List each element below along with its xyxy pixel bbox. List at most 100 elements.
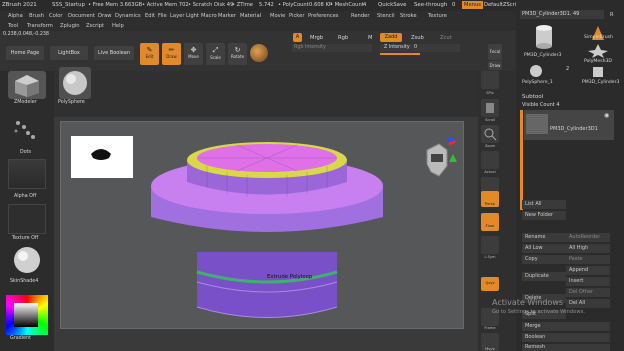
subtool-header[interactable]: Subtool xyxy=(522,94,543,100)
watermark-subtitle: Go to Settings to activate Windows. xyxy=(492,309,585,315)
menu-tool[interactable]: Tool xyxy=(8,23,18,29)
autoreorder-button[interactable]: AutoReorder xyxy=(566,233,610,242)
lsym-button[interactable] xyxy=(481,236,499,254)
menu-light[interactable]: Light xyxy=(186,13,199,19)
subtool-scrollbar[interactable] xyxy=(520,110,523,210)
move-button[interactable]: ✥ Move xyxy=(184,43,203,65)
menu-color[interactable]: Color xyxy=(49,13,63,19)
merge-button[interactable]: Merge xyxy=(522,322,610,331)
menu-help[interactable]: Help xyxy=(112,23,124,29)
rename-button[interactable]: Rename xyxy=(522,233,566,242)
main-menu-bar: Alpha Brush Color Document Draw Dynamics Edit F… xyxy=(0,11,516,21)
current-tool-slider[interactable]: PM3D_Cylinder3D1. 49 xyxy=(520,10,604,19)
boolean-button[interactable]: Boolean xyxy=(522,333,610,342)
m-toggle[interactable]: M xyxy=(368,35,372,41)
material-sphere-icon[interactable] xyxy=(250,44,268,62)
tool-thumb-cylinder[interactable] xyxy=(530,22,558,52)
color-square[interactable] xyxy=(14,303,38,327)
duplicate-label: Duplicate xyxy=(525,273,549,279)
alpha-off-button[interactable] xyxy=(8,159,46,189)
menu-brush[interactable]: Brush xyxy=(29,13,44,19)
document-canvas[interactable]: Extrude Polyloop xyxy=(60,121,464,329)
menu-layer[interactable]: Layer xyxy=(170,13,184,19)
draw-button[interactable]: ✏ Draw xyxy=(162,43,181,65)
menu-stencil[interactable]: Stencil xyxy=(377,13,395,19)
menu-render[interactable]: Render xyxy=(351,13,369,19)
focal-button[interactable]: Focal xyxy=(488,44,502,60)
texture-off-button[interactable] xyxy=(8,204,46,234)
move-icon: ✥ xyxy=(190,46,197,54)
quicksave-button[interactable]: QuickSave xyxy=(378,2,406,8)
duplicate-button[interactable]: Duplicate xyxy=(522,272,566,281)
menu-material[interactable]: Material xyxy=(240,13,261,19)
all-high-button[interactable]: All High xyxy=(566,244,610,253)
menu-transform[interactable]: Transform xyxy=(27,23,53,29)
see-through-slider[interactable]: See-through xyxy=(414,2,447,8)
color-picker[interactable] xyxy=(6,295,48,335)
home-page-button[interactable]: Home Page xyxy=(6,46,44,60)
remesh-button[interactable]: Remesh xyxy=(522,344,610,351)
free-mem: • Free Mem 3.663GB xyxy=(88,2,143,8)
menu-marker[interactable]: Marker xyxy=(218,13,236,19)
menu-document[interactable]: Document xyxy=(68,13,95,19)
mrgb-toggle[interactable]: Mrgb xyxy=(310,35,323,41)
menu-alpha[interactable]: Alpha xyxy=(8,13,23,19)
menu-dynamics[interactable]: Dynamics xyxy=(115,13,141,19)
rgb-intensity-slider[interactable]: Rgb Intensity xyxy=(292,44,372,52)
insert-button[interactable]: Insert xyxy=(566,277,610,286)
a-toggle[interactable]: A xyxy=(293,33,302,42)
polycount-value: 0.608 KP xyxy=(309,2,333,8)
spix-button[interactable] xyxy=(481,71,499,89)
rotate-button[interactable]: ↻ Rotate xyxy=(228,43,247,65)
menu-zplugin[interactable]: Zplugin xyxy=(60,23,80,29)
del-all-button[interactable]: Del All xyxy=(566,299,610,308)
zoom-button[interactable] xyxy=(481,125,499,143)
append-button[interactable]: Append xyxy=(566,266,610,275)
zcut-toggle[interactable]: Zcut xyxy=(440,35,452,41)
del-other-button[interactable]: Del Other xyxy=(566,288,610,297)
floor-button[interactable] xyxy=(481,213,499,231)
r-button[interactable]: R xyxy=(610,12,613,18)
stroke-dots-button[interactable] xyxy=(8,115,46,147)
polysphere-thumbnail[interactable] xyxy=(59,67,91,99)
menu-stroke[interactable]: Stroke xyxy=(400,13,417,19)
zadd-toggle[interactable]: Zadd xyxy=(380,33,402,42)
zsub-toggle[interactable]: Zsub xyxy=(411,35,424,41)
live-boolean-label: Live Boolean xyxy=(97,50,131,56)
menu-picker[interactable]: Picker xyxy=(289,13,304,19)
tool-thumb-polysphere[interactable] xyxy=(524,64,548,78)
3d-model-view[interactable] xyxy=(147,122,387,330)
scroll-button[interactable] xyxy=(481,99,499,117)
subtool-item[interactable]: PM3D_Cylinder3D1 ◉ xyxy=(524,110,614,140)
actual-button[interactable] xyxy=(481,151,499,169)
menu-texture[interactable]: Texture xyxy=(428,13,447,19)
menu-preferences[interactable]: Preferences xyxy=(308,13,339,19)
menu-macro[interactable]: Macro xyxy=(201,13,217,19)
draw-size-button[interactable]: Draw xyxy=(488,61,502,70)
new-folder-button[interactable]: New Folder xyxy=(522,211,566,220)
menus-button[interactable]: Menus xyxy=(462,1,483,9)
tool-thumb-cylinder2[interactable] xyxy=(584,64,612,80)
list-all-button[interactable]: List All xyxy=(522,200,566,209)
edit-button[interactable]: ✎ Edit xyxy=(140,43,159,65)
orientation-gizmo[interactable] xyxy=(413,136,463,186)
all-low-label: All Low xyxy=(525,245,543,251)
lightbox-button[interactable]: LightBox xyxy=(50,46,88,60)
material-button[interactable] xyxy=(8,245,46,275)
zmodeler-brush-button[interactable] xyxy=(8,71,46,99)
copy-button[interactable]: Copy xyxy=(522,255,566,264)
menu-movie[interactable]: Movie xyxy=(270,13,285,19)
active-mem: • Active Mem 702 xyxy=(142,2,189,8)
menu-zscript[interactable]: Zscript xyxy=(86,23,104,29)
paste-button[interactable]: Paste xyxy=(566,255,610,264)
menu-edit[interactable]: Edit xyxy=(145,13,155,19)
live-boolean-button[interactable]: Live Boolean xyxy=(94,46,134,60)
scale-button[interactable]: ⤢ Scale xyxy=(206,43,225,65)
menu-file[interactable]: File xyxy=(158,13,167,19)
all-low-button[interactable]: All Low xyxy=(522,244,566,253)
menu-draw[interactable]: Draw xyxy=(98,13,112,19)
tool-thumb-polymesh[interactable] xyxy=(584,44,612,58)
rgb-toggle[interactable]: Rgb xyxy=(338,35,348,41)
eye-icon[interactable]: ◉ xyxy=(604,112,609,119)
z-intensity-slider[interactable]: Z Intensity 0 xyxy=(380,44,460,52)
